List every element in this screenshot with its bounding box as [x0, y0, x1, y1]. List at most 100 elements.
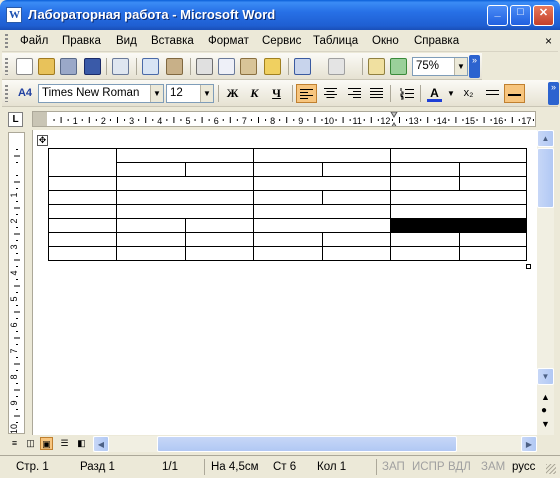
bold-button[interactable]: Ж	[222, 84, 243, 103]
scroll-left-icon[interactable]: ◀	[93, 436, 109, 452]
previous-page-icon[interactable]: ▲	[541, 392, 550, 402]
table-cell[interactable]	[116, 148, 254, 163]
table-cell[interactable]	[48, 204, 117, 219]
table-cell[interactable]	[459, 176, 527, 191]
toolbar-options-icon[interactable]: »	[548, 82, 559, 105]
menu-edit[interactable]: Правка	[62, 35, 101, 47]
table-cell[interactable]	[116, 190, 254, 205]
status-overtype[interactable]: ЗАМ	[481, 461, 505, 473]
table-cell[interactable]	[322, 162, 391, 177]
next-page-icon[interactable]: ▼	[541, 419, 550, 429]
select-browse-object-icon[interactable]: ●	[541, 405, 547, 416]
scroll-right-icon[interactable]: ▶	[521, 436, 537, 452]
table-cell[interactable]	[253, 148, 391, 163]
table-cell[interactable]	[322, 232, 391, 247]
table-cell[interactable]	[116, 176, 254, 191]
highlight-button[interactable]	[504, 84, 525, 103]
scroll-up-icon[interactable]: ▲	[537, 130, 554, 147]
menu-table[interactable]: Таблица	[313, 35, 358, 47]
table-cell[interactable]	[185, 246, 254, 261]
vertical-scroll-thumb[interactable]	[537, 148, 554, 208]
menu-insert[interactable]: Вставка	[151, 35, 194, 47]
chevron-down-icon[interactable]: ▼	[150, 85, 163, 102]
table-cell[interactable]	[390, 232, 460, 247]
table-cell[interactable]	[459, 246, 527, 261]
status-record[interactable]: ЗАП	[382, 461, 405, 473]
table-cell[interactable]	[253, 162, 323, 177]
table-cell[interactable]	[116, 218, 186, 233]
justify-button[interactable]	[366, 84, 387, 103]
close-button[interactable]: ✕	[533, 5, 554, 26]
minimize-button[interactable]: _	[487, 5, 508, 26]
table-cell[interactable]	[390, 162, 460, 177]
copy-icon[interactable]	[218, 58, 235, 75]
status-track-changes[interactable]: ИСПР	[412, 461, 445, 473]
zoom-combo[interactable]: 75% ▼	[412, 57, 468, 76]
undo-icon[interactable]	[294, 58, 311, 75]
status-extend[interactable]: ВДЛ	[448, 461, 471, 473]
document-table[interactable]	[48, 148, 527, 261]
tables-borders-icon[interactable]	[368, 58, 385, 75]
table-cell[interactable]	[322, 190, 391, 205]
chevron-down-icon[interactable]: ▼	[446, 84, 456, 103]
table-cell[interactable]	[116, 232, 186, 247]
open-folder-icon[interactable]	[38, 58, 55, 75]
resize-grip-icon[interactable]	[546, 464, 556, 474]
spelling-icon[interactable]	[142, 58, 159, 75]
table-cell[interactable]	[390, 148, 527, 163]
print-preview-icon[interactable]	[112, 58, 129, 75]
menu-view[interactable]: Вид	[116, 35, 137, 47]
vertical-scrollbar[interactable]: ▲ ▼ ▲ ● ▼	[537, 130, 554, 435]
menu-file[interactable]: Файл	[20, 35, 48, 47]
borders-button[interactable]	[482, 84, 503, 103]
table-cell[interactable]	[390, 204, 527, 219]
outline-view-icon[interactable]: ☰	[58, 437, 71, 450]
table-cell[interactable]	[253, 246, 323, 261]
table-cell[interactable]	[185, 218, 254, 233]
reading-view-icon[interactable]: ◧	[75, 437, 88, 450]
font-size-combo[interactable]: 12 ▼	[166, 84, 214, 103]
toolbar-grip[interactable]	[5, 85, 8, 102]
vertical-ruler[interactable]: 1 2 3 4 5 6 7 8 9 10	[8, 132, 25, 434]
table-cell[interactable]	[253, 204, 391, 219]
indent-marker[interactable]	[390, 112, 398, 127]
table-cell[interactable]	[48, 232, 117, 247]
table-cell[interactable]	[390, 176, 460, 191]
subscript-button[interactable]: x₂	[458, 84, 479, 103]
chevron-down-icon[interactable]: ▼	[454, 58, 467, 75]
styles-icon[interactable]: A4	[14, 84, 36, 103]
selected-table-cell[interactable]	[390, 218, 527, 233]
document-close-icon[interactable]: ×	[545, 34, 552, 48]
table-cell[interactable]	[322, 246, 391, 261]
table-cell[interactable]	[390, 246, 460, 261]
table-cell[interactable]	[185, 232, 254, 247]
horizontal-ruler[interactable]: 1 2 3 4 5 6 7 8 9 10 11 12 13 14 15 16 17	[32, 111, 536, 127]
table-cell[interactable]	[253, 190, 323, 205]
menu-tools[interactable]: Сервис	[262, 35, 301, 47]
table-move-handle-icon[interactable]: ✥	[37, 135, 48, 146]
table-cell[interactable]	[48, 176, 117, 191]
table-cell[interactable]	[116, 246, 186, 261]
toolbar-grip[interactable]	[5, 58, 8, 75]
toolbar-options-icon[interactable]: »	[469, 55, 480, 78]
redo-icon[interactable]	[328, 58, 345, 75]
normal-view-icon[interactable]: ≡	[8, 437, 21, 450]
underline-button[interactable]: Ч	[266, 84, 287, 103]
permissions-icon[interactable]	[60, 58, 77, 75]
table-cell[interactable]	[459, 162, 527, 177]
numbering-button[interactable]	[396, 84, 417, 103]
table-cell[interactable]	[116, 204, 254, 219]
format-painter-icon[interactable]	[264, 58, 281, 75]
save-icon[interactable]	[84, 58, 101, 75]
menu-help[interactable]: Справка	[414, 35, 459, 47]
scroll-down-icon[interactable]: ▼	[537, 368, 554, 385]
tab-selector[interactable]: L	[8, 112, 23, 127]
table-cell[interactable]	[116, 162, 186, 177]
table-cell[interactable]	[253, 218, 391, 233]
new-document-icon[interactable]	[16, 58, 33, 75]
menu-format[interactable]: Формат	[208, 35, 249, 47]
research-icon[interactable]	[166, 58, 183, 75]
insert-excel-icon[interactable]	[390, 58, 407, 75]
italic-button[interactable]: К	[244, 84, 265, 103]
maximize-button[interactable]: □	[510, 5, 531, 26]
